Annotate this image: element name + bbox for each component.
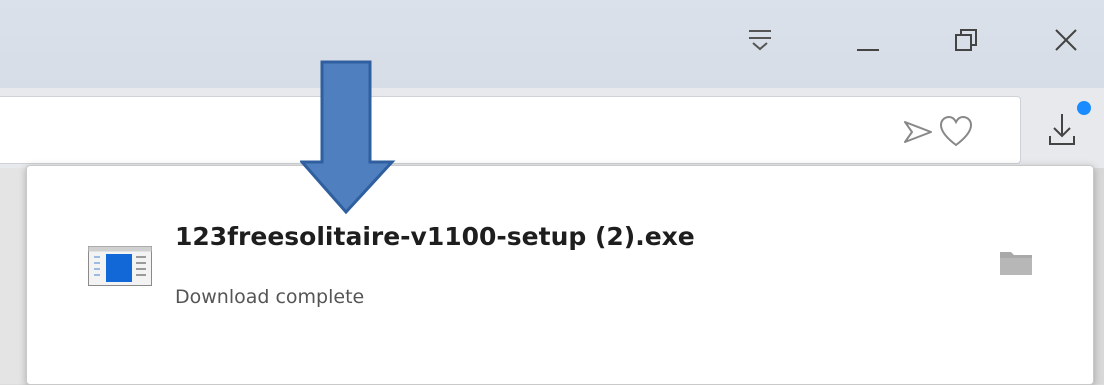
download-filename[interactable]: 123freesolitaire-v1100-setup (2).exe <box>175 222 695 251</box>
tabs-menu-button[interactable] <box>738 18 782 62</box>
page-background-right <box>1094 168 1104 384</box>
title-bar <box>0 0 1104 88</box>
show-in-folder-button[interactable] <box>999 248 1033 281</box>
download-status: Download complete <box>175 286 365 308</box>
exe-file-icon[interactable] <box>88 246 152 291</box>
close-icon <box>1055 29 1077 51</box>
minimize-icon <box>857 49 879 51</box>
address-bar <box>0 88 1104 168</box>
send-icon[interactable] <box>902 119 934 145</box>
downloads-button[interactable] <box>1036 98 1096 158</box>
restore-icon <box>955 29 977 51</box>
page-background <box>0 168 28 384</box>
folder-icon <box>1000 252 1032 275</box>
minimize-button[interactable] <box>846 18 890 62</box>
close-button[interactable] <box>1044 18 1088 62</box>
restore-button[interactable] <box>944 18 988 62</box>
download-popup: 123freesolitaire-v1100-setup (2).exe Dow… <box>26 165 1094 385</box>
download-icon <box>1049 101 1091 145</box>
url-input[interactable] <box>0 96 1021 164</box>
notification-dot-icon <box>1077 101 1091 115</box>
tabs-menu-icon <box>749 30 771 51</box>
down-arrow-annotation <box>300 60 396 215</box>
heart-icon[interactable] <box>938 115 974 149</box>
